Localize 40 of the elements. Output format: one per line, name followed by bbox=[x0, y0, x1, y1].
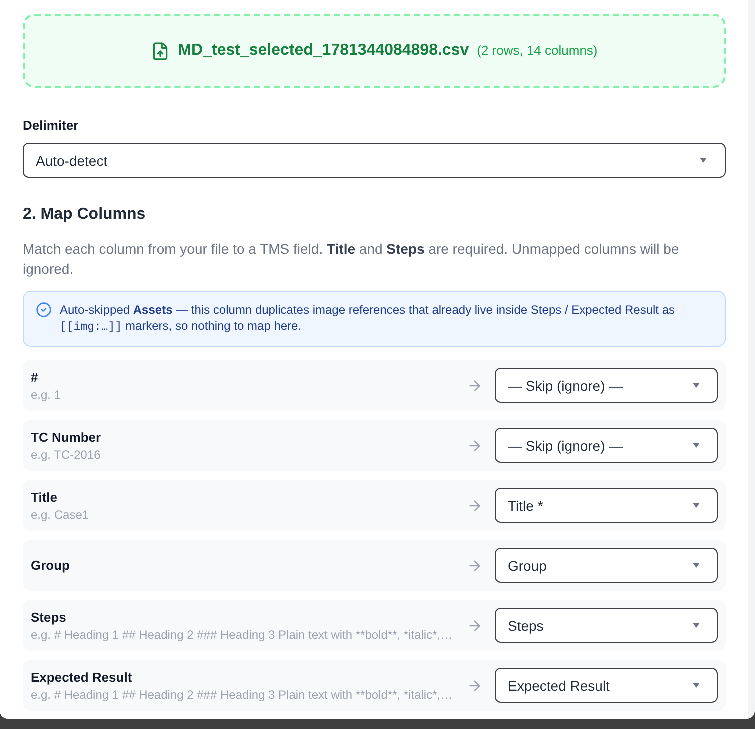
field-select[interactable]: Group bbox=[495, 548, 718, 583]
file-upload-icon bbox=[151, 42, 170, 60]
arrow-right-icon bbox=[467, 438, 483, 454]
caret-icon bbox=[693, 563, 700, 568]
upload-dropzone[interactable]: MD_test_selected_1781344084898.csv (2 rows, 14 columns) bbox=[23, 14, 726, 88]
arrow-right-icon bbox=[467, 378, 483, 394]
column-example: e.g. # Heading 1 ## Heading 2 ### Heading 3 Plain text with **bold**, *italic*,… bbox=[31, 626, 454, 642]
field-select[interactable]: — Skip (ignore) — bbox=[495, 428, 718, 463]
field-select[interactable]: Title * bbox=[495, 488, 718, 523]
delimiter-select[interactable]: Auto-detect bbox=[23, 143, 726, 178]
column-name: Steps bbox=[31, 608, 68, 626]
arrow-right-icon bbox=[467, 558, 483, 574]
caret-icon bbox=[693, 443, 700, 448]
delimiter-label: Delimiter bbox=[23, 117, 80, 135]
section-heading: 2. Map Columns bbox=[23, 205, 147, 225]
column-example: e.g. Case1 bbox=[31, 506, 90, 522]
section-description: Match each column from your file to a TMS field. Title and Steps are required. Unmapped columns will be ignored. bbox=[23, 240, 680, 279]
caret-icon bbox=[700, 158, 707, 163]
caret-icon bbox=[693, 503, 700, 508]
field-select[interactable]: Steps bbox=[495, 608, 718, 643]
caret-icon bbox=[693, 383, 700, 388]
notice-text: Auto-skipped Assets — this column duplicates image references that already live inside Steps / Expected Result as [[img:…]] markers, so nothing to map here. bbox=[60, 302, 676, 336]
field-select[interactable]: — Skip (ignore) — bbox=[495, 368, 718, 403]
column-example: e.g. TC-2016 bbox=[31, 446, 102, 462]
arrow-right-icon bbox=[467, 498, 483, 514]
column-example: e.g. # Heading 1 ## Heading 2 ### Heading 3 Plain text with **bold**, *italic*,… bbox=[31, 686, 454, 702]
check-circle-icon bbox=[36, 302, 52, 318]
caret-icon bbox=[693, 623, 700, 628]
arrow-right-icon bbox=[467, 618, 483, 634]
column-name: TC Number bbox=[31, 428, 102, 446]
column-name: Group bbox=[31, 556, 71, 574]
file-name: MD_test_selected_1781344084898.csv bbox=[178, 41, 470, 61]
column-name: Title bbox=[31, 488, 58, 506]
file-summary: (2 rows, 14 columns) bbox=[477, 42, 598, 60]
column-example: e.g. 1 bbox=[31, 386, 62, 402]
column-name: Expected Result bbox=[31, 668, 134, 686]
field-select[interactable]: Expected Result bbox=[495, 668, 718, 703]
caret-icon bbox=[693, 683, 700, 688]
arrow-right-icon bbox=[467, 678, 483, 694]
column-name: # bbox=[31, 368, 40, 386]
